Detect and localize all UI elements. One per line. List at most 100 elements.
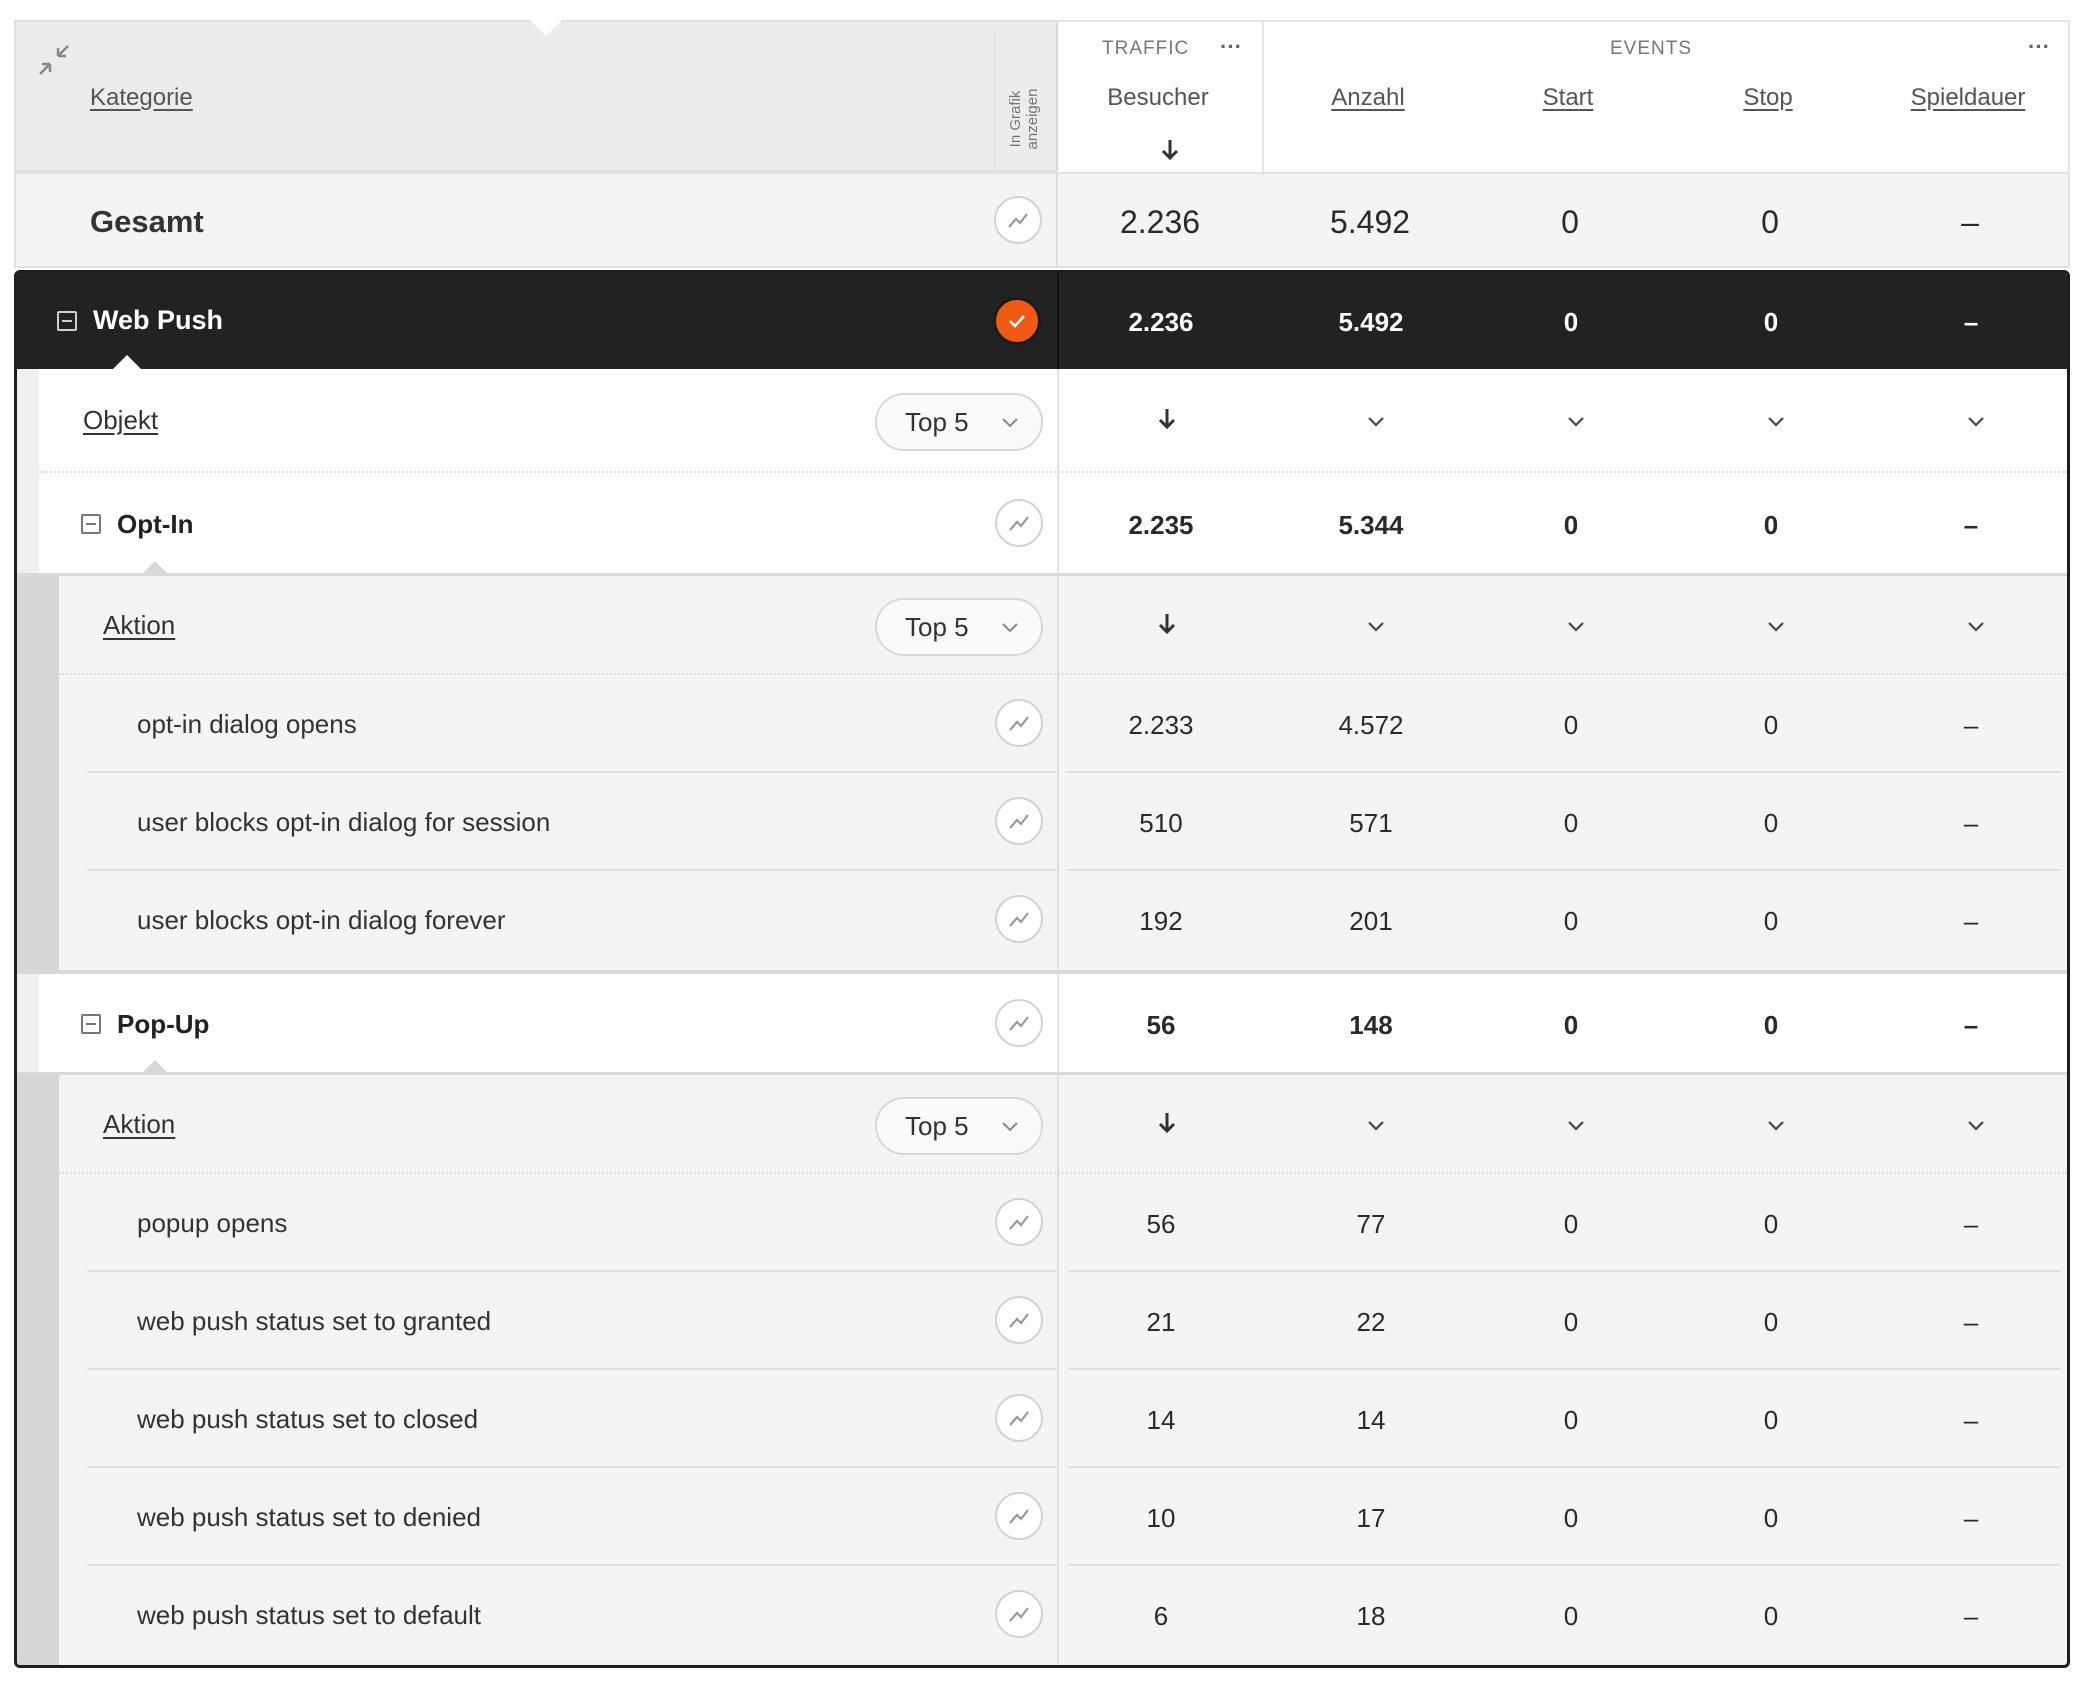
- row-trend-button[interactable]: [995, 895, 1043, 943]
- chevron-down-icon[interactable]: [1966, 620, 1986, 638]
- opt-in-anzahl: 5.344: [1338, 510, 1404, 540]
- row-start: 0: [1563, 906, 1579, 936]
- sort-desc-icon[interactable]: [1157, 407, 1177, 436]
- col-stop[interactable]: Stop: [1668, 84, 1868, 112]
- web-push-group: Web Push 2.236 5.492 0 0 – Objekt Top 5 …: [14, 270, 2070, 1668]
- row-trend-button[interactable]: [995, 1394, 1043, 1442]
- table-row[interactable]: user blocks opt-in dialog forever 192 20…: [59, 871, 2067, 969]
- table-row[interactable]: web push status set to granted 21 22 0 0…: [59, 1272, 2067, 1370]
- col-start[interactable]: Start: [1468, 84, 1668, 112]
- row-spieldauer: –: [1963, 1601, 1979, 1631]
- chevron-down-icon[interactable]: [1766, 415, 1786, 433]
- row-start: 0: [1563, 808, 1579, 838]
- chevron-down-icon[interactable]: [1766, 620, 1786, 638]
- pop-up-trend-button[interactable]: [995, 999, 1043, 1047]
- chevron-down-icon[interactable]: [1966, 415, 1986, 433]
- objekt-indent-bar: [17, 369, 39, 473]
- row-besucher: 21: [1146, 1307, 1176, 1337]
- chevron-down-icon[interactable]: [1566, 620, 1586, 638]
- table-row[interactable]: web push status set to default 6 18 0 0 …: [59, 1566, 2067, 1664]
- row-divider: [1057, 1370, 1059, 1468]
- row-besucher: 14: [1146, 1405, 1176, 1435]
- row-divider: [1057, 871, 1059, 969]
- chevron-down-icon[interactable]: [1366, 415, 1386, 433]
- sort-desc-icon[interactable]: [1160, 138, 1180, 162]
- chevron-down-icon[interactable]: [1366, 620, 1386, 638]
- row-trend-button[interactable]: [995, 1198, 1043, 1246]
- col-spieldauer[interactable]: Spieldauer: [1868, 84, 2068, 112]
- traffic-more-icon[interactable]: ···: [1220, 34, 1242, 60]
- row-besucher: 6: [1153, 1601, 1169, 1631]
- web-push-label: Web Push: [93, 305, 224, 335]
- chart-toggle-label: In Grafik anzeigen: [1007, 88, 1041, 150]
- table-row[interactable]: popup opens 56 77 0 0 –: [59, 1174, 2067, 1272]
- row-anzahl: 18: [1356, 1601, 1386, 1631]
- row-divider: [1057, 773, 1059, 871]
- web-push-row[interactable]: Web Push 2.236 5.492 0 0 –: [17, 273, 2067, 369]
- opt-in-toggle-icon[interactable]: [81, 514, 101, 534]
- opt-in-label: Opt-In: [117, 509, 194, 539]
- opt-in-aktion-link[interactable]: Aktion: [103, 610, 175, 641]
- objekt-top-select[interactable]: Top 5: [875, 393, 1043, 451]
- opt-in-row[interactable]: Opt-In 2.235 5.344 0 0 –: [17, 473, 2067, 575]
- row-anzahl: 17: [1356, 1503, 1386, 1533]
- total-spieldauer: –: [1961, 204, 1979, 240]
- kategorie-header[interactable]: Kategorie: [90, 84, 193, 112]
- table-row[interactable]: web push status set to denied 10 17 0 0 …: [59, 1468, 2067, 1566]
- row-stop: 0: [1763, 1307, 1779, 1337]
- col-anzahl[interactable]: Anzahl: [1268, 84, 1468, 112]
- row-trend-button[interactable]: [995, 1296, 1043, 1344]
- objekt-top-value: Top 5: [905, 406, 969, 437]
- pop-up-aktion-row: Aktion Top 5: [59, 1075, 2067, 1174]
- collapse-icon[interactable]: [34, 40, 74, 80]
- row-divider: [1057, 1468, 1059, 1566]
- row-trend-button[interactable]: [995, 1492, 1043, 1540]
- row-anzahl: 4.572: [1338, 710, 1404, 740]
- row-trend-button[interactable]: [995, 699, 1043, 747]
- web-push-chart-check-icon[interactable]: [993, 297, 1041, 345]
- web-push-spieldauer: –: [1963, 307, 1979, 337]
- row-label: web push status set to granted: [137, 1306, 492, 1336]
- opt-in-aktion-top-value: Top 5: [905, 611, 969, 642]
- sort-desc-icon[interactable]: [1157, 1111, 1177, 1140]
- sort-desc-icon[interactable]: [1157, 612, 1177, 641]
- table-row[interactable]: opt-in dialog opens 2.233 4.572 0 0 –: [59, 675, 2067, 773]
- table-row[interactable]: user blocks opt-in dialog for session 51…: [59, 773, 2067, 871]
- pop-up-toggle-icon[interactable]: [81, 1014, 101, 1034]
- events-more-icon[interactable]: ···: [2028, 34, 2050, 60]
- web-push-besucher: 2.236: [1128, 307, 1194, 337]
- web-push-toggle-icon[interactable]: [57, 311, 77, 331]
- row-label: user blocks opt-in dialog forever: [137, 905, 506, 935]
- pop-up-aktion-top-value: Top 5: [905, 1110, 969, 1141]
- chevron-down-icon[interactable]: [1766, 1119, 1786, 1137]
- row-start: 0: [1563, 1503, 1579, 1533]
- total-trend-button[interactable]: [994, 196, 1042, 244]
- pop-up-stop: 0: [1763, 1010, 1779, 1040]
- row-divider: [1057, 1272, 1059, 1370]
- table-row[interactable]: web push status set to closed 14 14 0 0 …: [59, 1370, 2067, 1468]
- row-stop: 0: [1763, 906, 1779, 936]
- row-start: 0: [1563, 1405, 1579, 1435]
- pop-up-aktion-link[interactable]: Aktion: [103, 1109, 175, 1140]
- opt-in-aktion-divider: [1057, 576, 1059, 675]
- objekt-dimension-link[interactable]: Objekt: [83, 405, 158, 436]
- group-divider: [1262, 20, 1264, 172]
- col-besucher[interactable]: Besucher: [1058, 84, 1258, 112]
- chevron-down-icon[interactable]: [1966, 1119, 1986, 1137]
- chevron-down-icon[interactable]: [1566, 415, 1586, 433]
- chevron-down-icon[interactable]: [1366, 1119, 1386, 1137]
- opt-in-trend-button[interactable]: [995, 499, 1043, 547]
- row-stop: 0: [1763, 1601, 1779, 1631]
- row-trend-button[interactable]: [995, 1590, 1043, 1638]
- table-header: Kategorie In Grafik anzeigen TRAFFIC ···…: [14, 20, 2070, 172]
- row-start: 0: [1563, 1209, 1579, 1239]
- pop-up-aktion-top-select[interactable]: Top 5: [875, 1097, 1043, 1155]
- row-start: 0: [1563, 1601, 1579, 1631]
- opt-in-aktion-top-select[interactable]: Top 5: [875, 598, 1043, 656]
- pop-up-aktion-divider: [1057, 1075, 1059, 1174]
- row-trend-button[interactable]: [995, 797, 1043, 845]
- total-divider: [1056, 174, 1058, 266]
- row-divider: [1057, 675, 1059, 773]
- pop-up-row[interactable]: Pop-Up 56 148 0 0 –: [17, 974, 2067, 1074]
- chevron-down-icon[interactable]: [1566, 1119, 1586, 1137]
